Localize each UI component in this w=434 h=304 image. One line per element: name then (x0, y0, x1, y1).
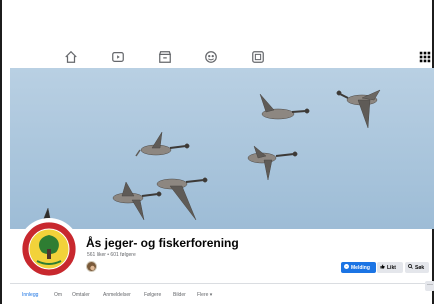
page-title: Ås jeger- og fiskerforening (86, 236, 239, 250)
tabs-divider (10, 283, 430, 284)
like-label: Likt (387, 264, 396, 271)
tab-innlegg[interactable]: Innlegg (22, 292, 38, 298)
follower-avatar[interactable] (86, 261, 97, 272)
marketplace-icon[interactable] (158, 50, 172, 64)
message-button[interactable]: Melding (341, 262, 376, 273)
tab-om[interactable]: Om (54, 292, 62, 298)
gaming-icon[interactable] (251, 50, 265, 64)
like-button[interactable]: Likt (377, 262, 403, 273)
message-label: Melding (351, 264, 370, 271)
tab-omtaler[interactable]: Omtaler (72, 292, 90, 298)
cover-photo[interactable] (10, 68, 434, 229)
profile-avatar[interactable] (18, 218, 80, 280)
tab-anmeldelser[interactable]: Anmeldelser (103, 292, 131, 298)
groups-icon[interactable] (204, 50, 218, 64)
home-icon[interactable] (64, 50, 78, 64)
tab-folgere[interactable]: Følgere (144, 292, 161, 298)
video-icon[interactable] (111, 50, 125, 64)
top-navigation (10, 44, 432, 70)
facebook-page-window: Ås jeger- og fiskerforening 561 liker • … (0, 0, 434, 304)
more-options-button[interactable]: ··· (425, 281, 434, 291)
tab-flere[interactable]: Flere ▾ (197, 292, 212, 298)
search-label: Søk (415, 264, 425, 271)
page-stats[interactable]: 561 liker • 601 følgere (87, 252, 136, 258)
search-icon (408, 264, 413, 271)
menu-grid-icon[interactable] (418, 50, 432, 64)
tab-bilder[interactable]: Bilder (173, 292, 186, 298)
messenger-icon (344, 264, 349, 271)
thumbs-up-icon (380, 264, 385, 271)
search-button[interactable]: Søk (405, 262, 429, 273)
left-border (0, 0, 2, 304)
